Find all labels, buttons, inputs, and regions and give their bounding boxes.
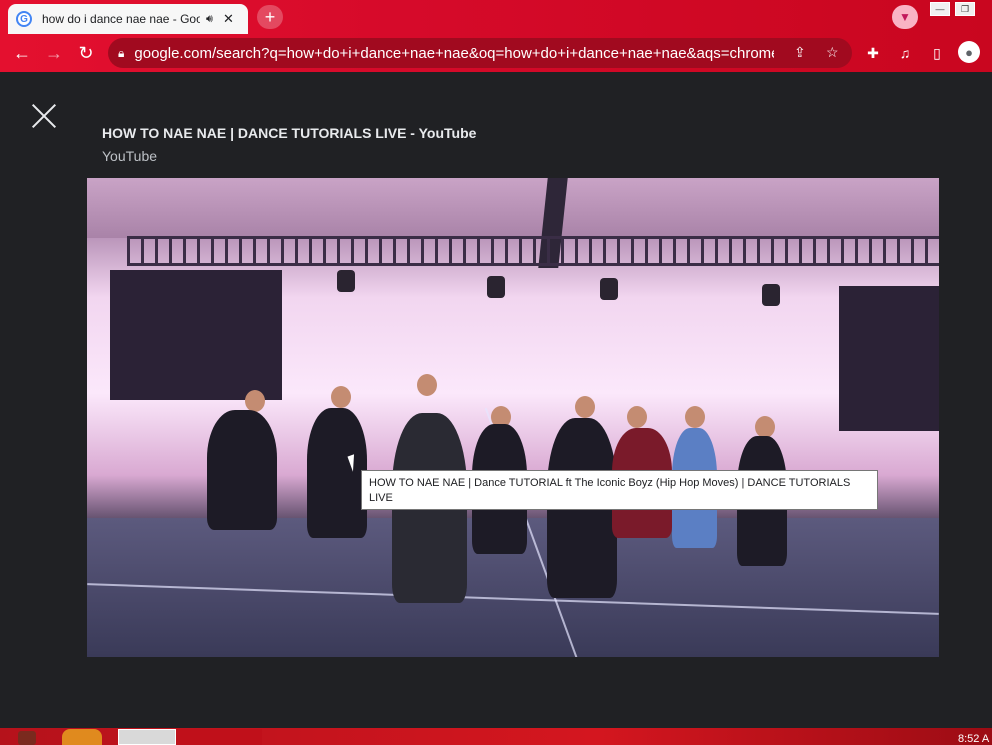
- tab-close-icon[interactable]: ✕: [223, 11, 234, 27]
- dancer-head: [685, 406, 705, 428]
- google-favicon-icon: G: [16, 11, 32, 27]
- dancer-head: [755, 416, 775, 438]
- side-panel-icon[interactable]: ▯: [926, 42, 948, 64]
- share-icon[interactable]: ⇪: [794, 44, 806, 61]
- right-screen-panel: [839, 286, 939, 431]
- stage-light: [762, 284, 780, 306]
- left-screen-panel: [110, 270, 282, 400]
- viewer-title[interactable]: HOW TO NAE NAE | DANCE TUTORIALS LIVE - …: [102, 125, 476, 141]
- stage-light: [487, 276, 505, 298]
- dancer: [207, 410, 277, 530]
- dancer-head: [575, 396, 595, 418]
- back-arrow-icon[interactable]: ←: [10, 41, 34, 65]
- profile-avatar-icon[interactable]: ●: [958, 41, 980, 63]
- viewer-source[interactable]: YouTube: [102, 148, 157, 164]
- taskbar-clock: 8:52 A: [958, 733, 990, 745]
- dancer: [307, 408, 367, 538]
- forward-arrow-icon[interactable]: →: [42, 41, 66, 65]
- start-button-icon[interactable]: [18, 731, 36, 745]
- stage-light: [337, 270, 355, 292]
- tab-google-search[interactable]: G how do i dance nae nae - Google Search…: [8, 4, 248, 34]
- tab-search-chevron-icon[interactable]: ▼: [892, 5, 918, 29]
- tab-strip: G how do i dance nae nae - Google Search…: [0, 0, 992, 34]
- minimize-button[interactable]: —: [930, 2, 950, 16]
- new-tab-button[interactable]: +: [257, 5, 283, 29]
- reload-icon[interactable]: ↻: [74, 41, 98, 65]
- url-text[interactable]: google.com/search?q=how+do+i+dance+nae+n…: [134, 45, 774, 62]
- extensions-puzzle-icon[interactable]: ✚: [862, 42, 884, 64]
- dancer-head: [417, 374, 437, 396]
- address-bar[interactable]: 🔒︎ google.com/search?q=how+do+i+dance+na…: [108, 38, 852, 68]
- restore-button[interactable]: ❐: [955, 2, 975, 16]
- chrome-taskbar-icon[interactable]: [118, 729, 176, 745]
- media-control-icon[interactable]: ♫: [894, 42, 916, 64]
- dancer-head: [331, 386, 351, 408]
- stage-light: [600, 278, 618, 300]
- firefox-taskbar-icon[interactable]: [62, 729, 102, 745]
- thumbnail-tooltip: HOW TO NAE NAE | Dance TUTORIAL ft The I…: [361, 470, 878, 510]
- dancer-head: [627, 406, 647, 428]
- taskbar-app-slot[interactable]: [180, 729, 262, 745]
- bookmark-star-icon[interactable]: ☆: [826, 44, 839, 61]
- dancer-head: [245, 390, 265, 412]
- video-thumbnail[interactable]: [87, 178, 939, 657]
- tab-title: how do i dance nae nae - Google Search: [42, 12, 200, 26]
- lock-icon[interactable]: 🔒︎: [118, 46, 124, 61]
- speaker-icon[interactable]: 🔊︎: [206, 13, 213, 26]
- thumbnail-truss: [127, 236, 939, 266]
- close-viewer-icon[interactable]: [30, 102, 58, 130]
- thumbnail-ceiling: [87, 178, 939, 238]
